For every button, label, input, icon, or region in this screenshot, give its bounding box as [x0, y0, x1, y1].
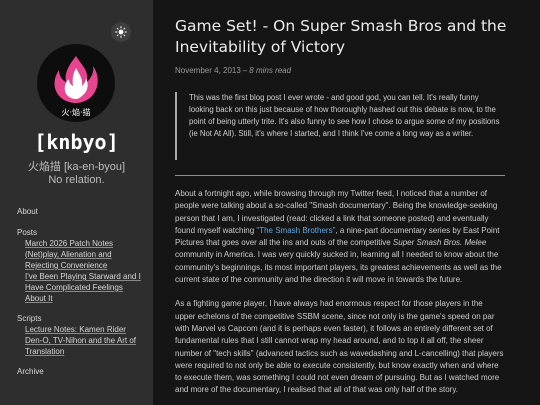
nav-script-link[interactable]: Lecture Notes: Kamen Rider Den-O, TV-Nih… [25, 325, 136, 356]
nav-scripts-list: Lecture Notes: Kamen Rider Den-O, TV-Nih… [17, 324, 145, 357]
svg-text:火·焔·描: 火·焔·描 [61, 107, 90, 117]
post-body: About a fortnight ago, while browsing th… [175, 188, 505, 405]
read-time: 8 mins read [249, 66, 292, 75]
nav-archive-link[interactable]: Archive [17, 366, 145, 377]
sidebar-nav: About Posts March 2026 Patch Notes (Net)… [17, 206, 145, 377]
list-item: (Net)play, Alienation and Rejecting Conv… [25, 249, 145, 271]
post-date: November 4, 2013 [175, 66, 241, 75]
intro-text: This was the first blog post I ever wrot… [189, 93, 500, 138]
text: community in America. I was very quickly… [175, 250, 502, 285]
paragraph: About a fortnight ago, while browsing th… [175, 188, 505, 286]
list-item: Lecture Notes: Kamen Rider Den-O, TV-Nih… [25, 324, 145, 357]
nav-about-link[interactable]: About [17, 206, 145, 217]
nav-scripts-heading: Scripts [17, 314, 42, 323]
sun-icon [115, 26, 127, 38]
flame-logo-icon: 火·焔·描 [54, 56, 98, 117]
documentary-link[interactable]: "The Smash Brothers" [256, 226, 335, 235]
list-item: I've Been Playing Starward and I Have Co… [25, 271, 145, 304]
nav-post-link[interactable]: (Net)play, Alienation and Rejecting Conv… [25, 250, 112, 270]
site-tagline: No relation. [48, 174, 105, 186]
game-title: Super Smash Bros. Melee [392, 238, 487, 248]
theme-toggle-button[interactable] [111, 22, 131, 42]
site-subtitle: 火焔描 [ka-en-byou] [27, 161, 126, 173]
site-logo[interactable]: 火·焔·描 [37, 44, 115, 122]
nav-posts-heading: Posts [17, 228, 38, 237]
intro-blockquote: This was the first blog post I ever wrot… [175, 92, 505, 160]
nav-post-link[interactable]: I've Been Playing Starward and I Have Co… [25, 272, 141, 303]
paragraph: As a fighting game player, I have always… [175, 299, 504, 395]
nav-posts-list: March 2026 Patch Notes (Net)play, Aliena… [17, 238, 145, 304]
site-title[interactable]: [knbyo] [0, 130, 153, 154]
meta-separator: – [242, 66, 248, 75]
nav-post-link[interactable]: March 2026 Patch Notes [25, 239, 113, 248]
list-item: March 2026 Patch Notes [25, 238, 145, 249]
divider [175, 175, 505, 176]
post-meta: November 4, 2013–8 mins read [175, 66, 291, 75]
sidebar: 火·焔·描 [knbyo] 火焔描 [ka-en-byou] No relati… [0, 0, 153, 405]
post-title: Game Set! - On Super Smash Bros and the … [175, 17, 507, 56]
